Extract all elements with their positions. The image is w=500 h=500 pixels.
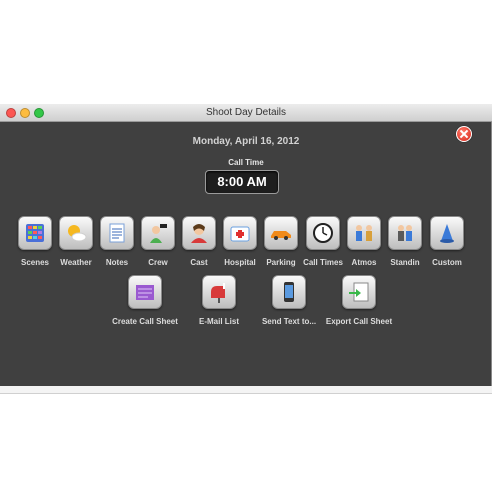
standin-label: Standin [390,258,420,267]
crew-icon [150,224,167,243]
custom-icon [440,224,454,243]
hospital-button[interactable] [223,216,257,250]
notes-icon [109,223,125,243]
send-text-button[interactable] [272,275,306,309]
mailbox-icon [211,283,225,303]
crew-button[interactable] [141,216,175,250]
email-list-button[interactable] [202,275,236,309]
hospital-icon [230,226,250,242]
crew-label: Crew [148,258,168,267]
phone-icon [284,282,294,302]
weather-button[interactable] [59,216,93,250]
window-bottom-bar [0,386,492,394]
parking-icon [271,231,291,240]
call-time-field[interactable]: 8:00 AM [205,170,279,194]
shoot-date: Monday, April 16, 2012 [192,136,300,147]
call-sheet-icon [136,285,154,300]
standin-icon [398,225,412,241]
email-list-label: E-Mail List [198,317,240,326]
parking-button[interactable] [264,216,298,250]
atmos-button[interactable] [347,216,381,250]
hospital-label: Hospital [224,258,256,267]
call-time-label: Call Time [228,158,264,167]
atmos-icon [356,225,372,241]
call-times-label: Call Times [303,258,343,267]
export-icon [349,282,369,302]
close-icon[interactable] [456,126,472,142]
export-call-sheet-label: Export Call Sheet [325,317,393,326]
standin-button[interactable] [388,216,422,250]
export-call-sheet-button[interactable] [342,275,376,309]
scenes-icon [26,224,44,242]
weather-icon [68,225,87,242]
call-times-button[interactable] [306,216,340,250]
create-call-sheet-label: Create Call Sheet [112,317,178,326]
send-text-label: Send Text to... [261,317,317,326]
custom-label: Custom [432,258,462,267]
cast-button[interactable] [182,216,216,250]
cast-label: Cast [190,258,208,267]
clock-icon [313,223,333,243]
create-call-sheet-button[interactable] [128,275,162,309]
cast-icon [191,224,207,243]
window-content: Monday, April 16, 2012 Call Time 8:00 AM [0,104,492,386]
parking-label: Parking [266,258,296,267]
weather-label: Weather [60,258,92,267]
notes-label: Notes [105,258,129,267]
atmos-label: Atmos [351,258,377,267]
notes-button[interactable] [100,216,134,250]
custom-button[interactable] [430,216,464,250]
scenes-button[interactable] [18,216,52,250]
scenes-label: Scenes [20,258,50,267]
